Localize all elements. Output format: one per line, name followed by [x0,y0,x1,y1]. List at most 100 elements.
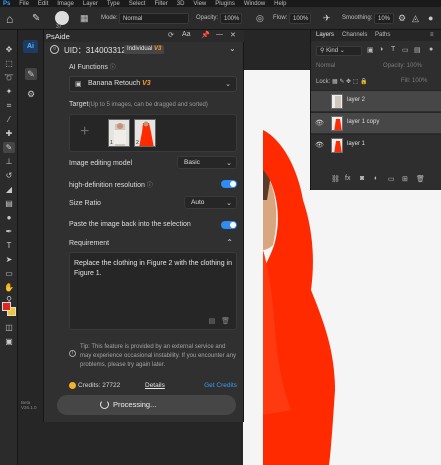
ai-function-select[interactable]: ▣ Banana Retouch V3 ⌄ [69,76,237,92]
opacity-field[interactable]: 100% [220,13,242,24]
magic-wand-icon[interactable]: ✦ [3,86,15,97]
requirement-textarea[interactable]: Replace the clothing in Figure 2 with th… [69,252,237,330]
ratio-label: Size Ratio [69,200,101,207]
adjustment-layer-icon[interactable]: ◐ [374,175,378,182]
visibility-eye-icon[interactable]: 👁 [315,119,324,127]
layer-fill[interactable]: Fill: 100% [401,78,427,84]
add-mask-icon[interactable]: ◙ [360,175,364,182]
shape-filter-icon[interactable]: ▭ [402,46,409,54]
target-images-dropzone[interactable]: + 1 2 [69,114,237,152]
info-icon[interactable]: ⓘ [110,65,116,71]
ai-functions-section: AI Functions ⓘ [69,62,237,71]
pin-icon[interactable]: 📌 [201,31,210,39]
credits-count: Credits: 27722 [78,382,121,389]
stamp-tool-icon[interactable]: ⊥ [3,156,15,167]
blend-mode-select[interactable]: Normal [316,63,335,69]
ai-panel-icon[interactable]: Ai [23,40,38,53]
flow-field[interactable]: 100% [289,13,311,24]
layer-name: layer 2 [347,97,366,103]
eyedropper-icon[interactable]: ⁄ [3,114,15,125]
angle-icon[interactable]: ◬ [412,13,419,24]
minimize-icon[interactable]: — [216,31,223,38]
link-layers-icon[interactable]: ⛓ [331,175,340,183]
trash-icon[interactable]: 🗑 [221,318,230,325]
get-credits-link[interactable]: Get Credits [204,382,237,389]
layers-tabs: Layers Channels Paths ≡ [311,30,441,41]
eraser-tool-icon[interactable]: ◢ [3,184,15,195]
history-brush-icon[interactable]: ↺ [3,170,15,181]
marquee-tool-icon[interactable]: ⬚ [3,58,15,69]
info-circle-icon: i [69,350,76,357]
smart-object-filter-icon[interactable]: ▤ [414,46,421,54]
layer-style-icon[interactable]: fx [345,175,350,182]
pressure-opacity-icon[interactable]: ◎ [256,13,264,24]
type-filter-icon[interactable]: T [391,46,395,53]
hd-toggle[interactable] [221,180,237,188]
refresh-icon[interactable]: ⟳ [168,31,174,39]
chevron-up-icon[interactable]: ⌃ [226,238,233,247]
home-icon[interactable]: ⌂ [6,12,13,26]
lasso-tool-icon[interactable]: ➰ [3,72,15,83]
foreground-color-swatch[interactable] [2,302,11,311]
layer-row-layer-1-copy[interactable]: 👁 layer 1 copy [311,112,441,133]
requirement-label: Requirement [69,240,110,247]
edit-pencil-icon[interactable]: ✎ [25,68,37,80]
healing-brush-icon[interactable]: ✚ [3,128,15,139]
brush-tool-icon[interactable]: ✎ [3,142,15,153]
brush-settings-icon[interactable]: ▦ [80,13,89,24]
move-tool-icon[interactable]: ✥ [3,44,15,55]
filter-toggle-icon[interactable]: ● [429,46,433,53]
rectangle-tool-icon[interactable]: ▭ [3,268,15,279]
dodge-tool-icon[interactable]: ● [3,212,15,223]
layer-opacity[interactable]: Opacity: 100% [383,63,422,69]
crop-tool-icon[interactable]: ⌗ [3,100,15,111]
brush-preset-picker[interactable] [55,11,69,25]
close-icon[interactable]: ✕ [230,31,236,39]
new-group-icon[interactable]: ▭ [388,175,395,183]
tab-paths[interactable]: Paths [375,32,390,38]
screen-mode-icon[interactable]: ▣ [3,336,15,347]
type-tool-icon[interactable]: T [3,240,15,251]
font-size-icon[interactable]: Aa [182,31,191,38]
smoothing-settings-icon[interactable]: ⚙ [398,13,406,24]
info-icon[interactable]: ⓘ [147,183,153,189]
gradient-tool-icon[interactable]: ▤ [3,198,15,209]
paste-back-toggle[interactable] [221,221,237,229]
settings-gear-icon[interactable]: ⚙ [25,88,37,100]
target-thumbnail-2[interactable]: 2 [134,119,156,147]
layer-row-layer-1[interactable]: 👁 layer 1 [311,134,441,155]
details-link[interactable]: Details [145,382,165,389]
airbrush-icon[interactable]: ✈ [323,13,331,24]
layers-panel: Layers Channels Paths ≡ ⚲ Kind ⌄ ▣ ◑ T ▭… [310,30,441,190]
hand-tool-icon[interactable]: ✋ [3,282,15,293]
add-image-icon[interactable]: + [80,123,89,141]
visibility-eye-icon[interactable]: 👁 [315,141,324,149]
ratio-select[interactable]: Auto ⌄ [184,196,237,209]
mode-select[interactable]: Normal [119,13,189,24]
filter-kind-select[interactable]: ⚲ Kind ⌄ [316,46,362,56]
delete-layer-icon[interactable]: 🗑 [416,175,425,183]
processing-button[interactable]: Processing... [57,395,236,415]
smoothing-field[interactable]: 10% [374,13,394,24]
layer-row-layer-2[interactable]: layer 2 [311,90,441,111]
tab-channels[interactable]: Channels [342,32,367,38]
panel-title: PsAide [46,32,70,41]
ai-function-text: Banana Retouch V3 [88,80,151,87]
brush-tool-icon[interactable]: ✎ [32,13,40,24]
new-layer-icon[interactable]: ⊞ [402,175,408,183]
tab-layers[interactable]: Layers [316,32,334,38]
pressure-size-icon[interactable]: ● [428,13,433,23]
smoothing-label: Smoothing: [342,15,373,21]
panel-menu-icon[interactable]: ≡ [430,32,434,38]
chevron-down-icon[interactable]: ⌄ [229,44,236,53]
target-thumbnail-1[interactable]: 1 [108,119,130,147]
requirement-text: Replace the clothing in Figure 2 with th… [74,260,232,277]
editing-model-select[interactable]: Basic ⌄ [177,156,237,169]
requirement-header[interactable]: Requirement ⌃ [69,238,237,250]
quick-mask-icon[interactable]: ◫ [3,322,15,333]
pixel-filter-icon[interactable]: ▣ [367,46,374,54]
path-selection-icon[interactable]: ➤ [3,254,15,265]
adjustment-filter-icon[interactable]: ◑ [379,46,383,53]
prompt-library-icon[interactable]: ▤ [209,318,216,325]
pen-tool-icon[interactable]: ✒ [3,226,15,237]
